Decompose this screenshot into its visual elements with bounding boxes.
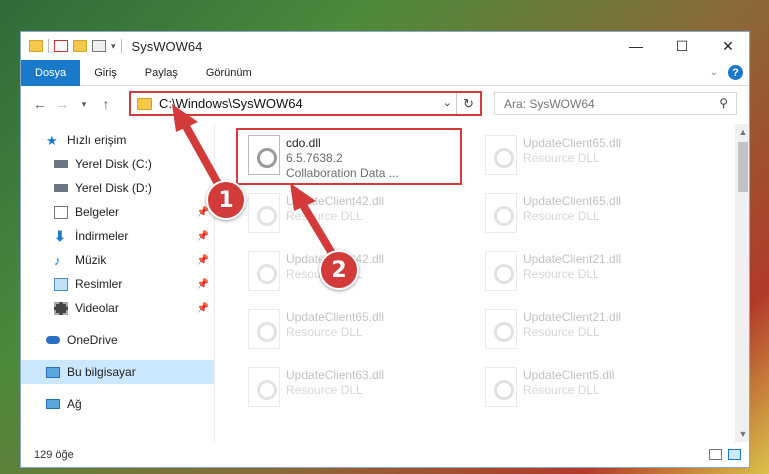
annotation-arrows [172,104,340,264]
step-badge-1: 1 [206,180,246,220]
step-badge-2: 2 [319,250,359,290]
arrow-head-1 [172,104,198,132]
arrow-head-2 [290,183,316,211]
